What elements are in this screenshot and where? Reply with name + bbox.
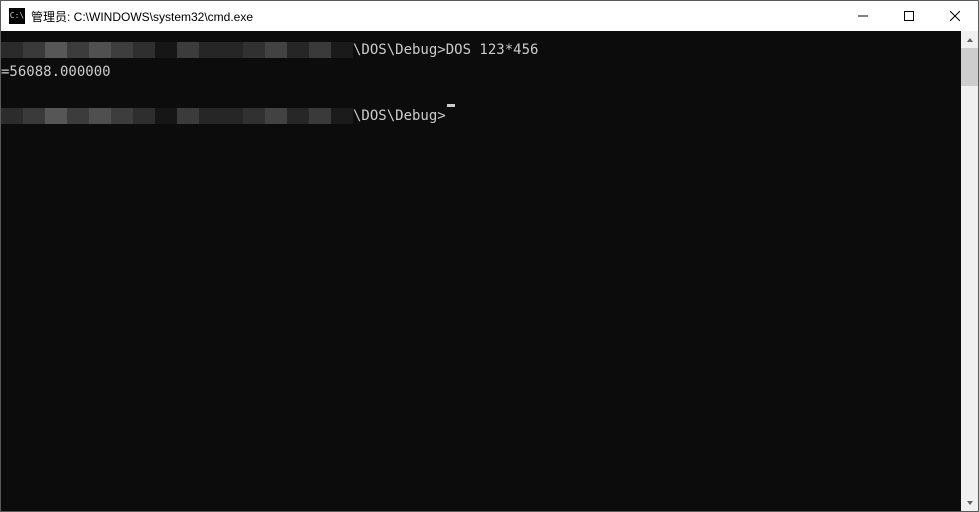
redacted-path: [1, 108, 353, 124]
scroll-down-button[interactable]: [961, 494, 978, 511]
console-line: \DOS\Debug>DOS 123*456: [1, 39, 961, 61]
console-line: \DOS\Debug>: [1, 105, 961, 127]
vertical-scrollbar[interactable]: [961, 31, 978, 511]
scroll-track[interactable]: [961, 48, 978, 494]
console-text: \DOS\Debug>DOS 123*456: [353, 39, 538, 61]
text-cursor: [447, 104, 455, 107]
window-title: 管理员: C:\WINDOWS\system32\cmd.exe: [31, 8, 253, 25]
close-button[interactable]: [932, 1, 978, 31]
maximize-button[interactable]: [886, 1, 932, 31]
client-area: \DOS\Debug>DOS 123*456 =56088.000000 \DO…: [1, 31, 978, 511]
scroll-up-button[interactable]: [961, 31, 978, 48]
console-area[interactable]: \DOS\Debug>DOS 123*456 =56088.000000 \DO…: [1, 31, 961, 511]
chevron-up-icon: [966, 36, 974, 44]
minimize-icon: [858, 11, 868, 21]
console-line: =56088.000000: [1, 61, 961, 83]
console-text: =56088.000000: [1, 61, 111, 83]
console-text: \DOS\Debug>: [353, 105, 446, 127]
maximize-icon: [904, 11, 914, 21]
cmd-icon: C:\: [9, 8, 25, 24]
titlebar[interactable]: C:\ 管理员: C:\WINDOWS\system32\cmd.exe: [1, 1, 978, 31]
minimize-button[interactable]: [840, 1, 886, 31]
scroll-thumb[interactable]: [961, 48, 978, 86]
close-icon: [950, 11, 960, 21]
console-blank-line: [1, 83, 961, 105]
cmd-window: C:\ 管理员: C:\WINDOWS\system32\cmd.exe \DO…: [0, 0, 979, 512]
chevron-down-icon: [966, 499, 974, 507]
redacted-path: [1, 42, 353, 58]
